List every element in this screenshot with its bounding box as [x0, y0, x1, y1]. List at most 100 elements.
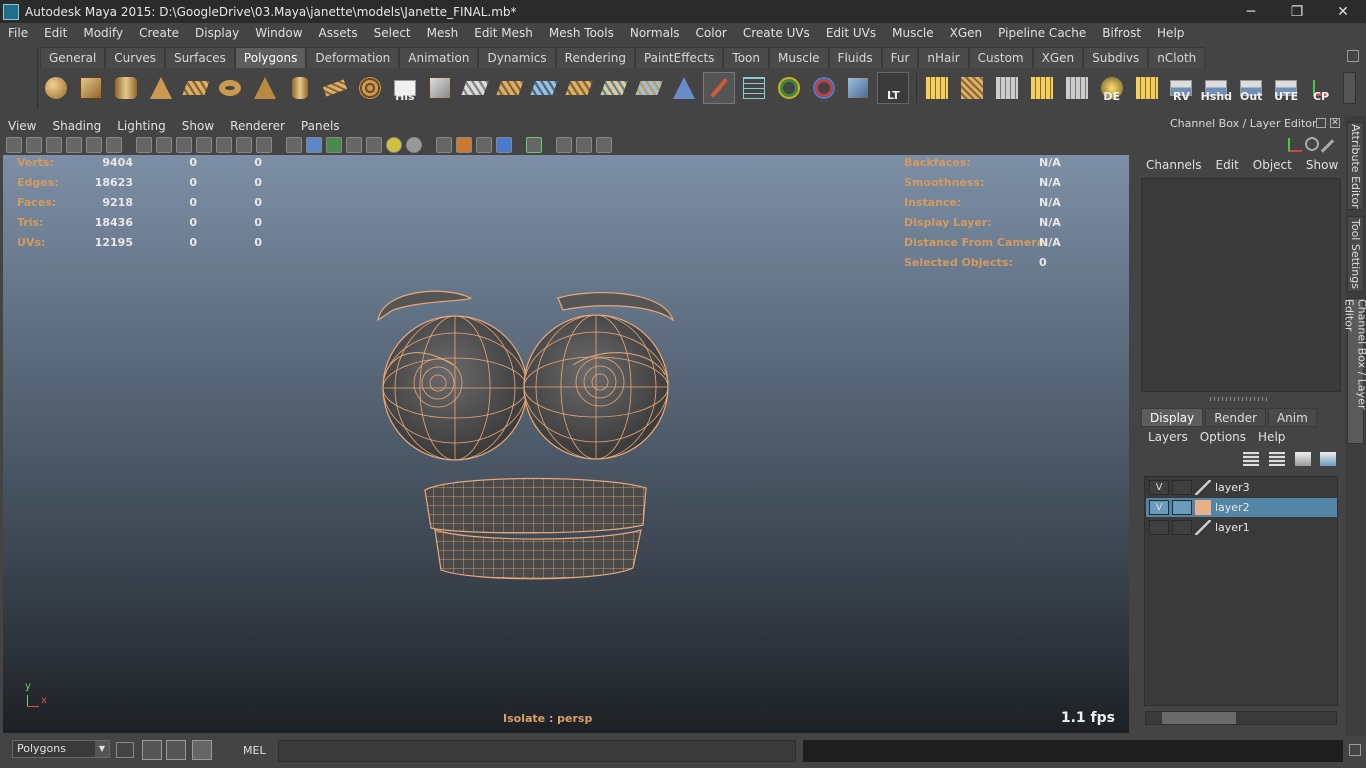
shelf-tab-toon[interactable]: Toon [723, 47, 770, 68]
layer-visibility-toggle[interactable]: V [1149, 500, 1169, 515]
float-panel-icon[interactable] [1316, 118, 1326, 128]
poly-cone-icon[interactable] [145, 72, 177, 104]
select-camera-icon[interactable] [6, 137, 22, 153]
append-polygon-icon[interactable] [319, 72, 351, 104]
uv-display-icon[interactable] [236, 137, 252, 153]
vp-menu-renderer[interactable]: Renderer [222, 119, 293, 133]
outliner-toggle-icon[interactable] [166, 740, 186, 760]
uv-layout-icon[interactable] [921, 72, 953, 104]
shelf-tab-muscle[interactable]: Muscle [769, 47, 829, 68]
vp-menu-view[interactable]: View [0, 119, 44, 133]
menu-file[interactable]: File [0, 26, 36, 40]
poly-cube-icon[interactable] [75, 72, 107, 104]
split-icon[interactable] [528, 72, 560, 104]
anti-aliasing-icon[interactable] [496, 137, 512, 153]
menu-edit[interactable]: Edit [36, 26, 75, 40]
center-pivot-icon[interactable]: CP [1305, 72, 1337, 104]
wireframe-cage-icon[interactable] [738, 72, 770, 104]
shelf-tab-ncloth[interactable]: nCloth [1148, 47, 1206, 68]
uv-texture-editor-icon[interactable]: UTE [1270, 72, 1302, 104]
layer-tab-render[interactable]: Render [1205, 408, 1266, 427]
minimize-button[interactable]: ─ [1228, 0, 1274, 23]
layer-display-type-toggle[interactable] [1172, 480, 1192, 495]
cb-menu-channels[interactable]: Channels [1146, 158, 1202, 172]
insert-edge-loop-icon[interactable] [563, 72, 595, 104]
shelf-tab-general[interactable]: General [40, 47, 106, 68]
menu-help[interactable]: Help [1149, 26, 1192, 40]
shelf-tab-deformation[interactable]: Deformation [306, 47, 400, 68]
textured-icon[interactable] [346, 137, 362, 153]
menu-create-uvs[interactable]: Create UVs [735, 26, 818, 40]
vp-menu-lighting[interactable]: Lighting [109, 119, 174, 133]
layer-tab-anim[interactable]: Anim [1267, 408, 1317, 427]
layer-display-type-toggle[interactable] [1172, 500, 1192, 515]
close-button[interactable]: ✕ [1320, 0, 1366, 23]
poly-cylinder-icon[interactable] [110, 72, 142, 104]
vp-menu-panels[interactable]: Panels [293, 119, 348, 133]
render-view-icon[interactable]: RV [1166, 72, 1198, 104]
smooth-shade-icon[interactable] [176, 137, 192, 153]
uv-select-icon[interactable] [991, 72, 1023, 104]
layer-row-layer1[interactable]: layer1 [1146, 518, 1337, 537]
cb-menu-object[interactable]: Object [1253, 158, 1292, 172]
vp-menu-show[interactable]: Show [174, 119, 222, 133]
cb-menu-show[interactable]: Show [1306, 158, 1338, 172]
viewport-persp[interactable]: Verts: 9404 0 0 Edges: 18623 0 0 Faces: … [3, 155, 1129, 733]
vp-menu-shading[interactable]: Shading [44, 119, 109, 133]
wire-on-shaded-icon[interactable] [286, 137, 302, 153]
menu-pipeline-cache[interactable]: Pipeline Cache [990, 26, 1094, 40]
layer-color-swatch[interactable] [1195, 520, 1211, 535]
isolate-select-icon[interactable] [526, 137, 542, 153]
image-plane-icon[interactable] [66, 137, 82, 153]
poly-torus-icon[interactable] [214, 72, 246, 104]
layer-visibility-toggle[interactable]: V [1149, 480, 1169, 495]
universal-manip-icon[interactable] [808, 72, 840, 104]
side-tab-tool-settings[interactable]: Tool Settings [1347, 216, 1364, 292]
flat-shade-icon[interactable] [196, 137, 212, 153]
layer-tab-display[interactable]: Display [1141, 408, 1204, 427]
menu-set-dropdown[interactable]: Polygons ▼ [12, 740, 110, 758]
history-icon[interactable]: His [389, 72, 421, 104]
menu-assets[interactable]: Assets [311, 26, 366, 40]
delete-edge-icon[interactable]: DE [1096, 72, 1128, 104]
menu-muscle[interactable]: Muscle [884, 26, 942, 40]
menu-mesh-tools[interactable]: Mesh Tools [541, 26, 622, 40]
uv-cut-icon[interactable] [1061, 72, 1093, 104]
menu-mesh[interactable]: Mesh [419, 26, 467, 40]
shelf-tab-painteffects[interactable]: PaintEffects [634, 47, 724, 68]
shelf-tab-fluids[interactable]: Fluids [828, 47, 882, 68]
layer-color-swatch[interactable] [1195, 500, 1211, 515]
le-menu-options[interactable]: Options [1200, 430, 1246, 444]
shelf-tab-custom[interactable]: Custom [968, 47, 1033, 68]
move-layer-down-icon[interactable] [1269, 452, 1285, 466]
cb-menu-edit[interactable]: Edit [1216, 158, 1239, 172]
shelf-tab-subdivs[interactable]: Subdivs [1083, 47, 1149, 68]
shelf-tab-polygons[interactable]: Polygons [234, 47, 307, 68]
combine-icon[interactable] [354, 72, 386, 104]
new-empty-layer-icon[interactable] [1295, 452, 1311, 466]
shelf-options-handle[interactable] [10, 47, 38, 109]
shelf-tab-nhair[interactable]: nHair [918, 47, 969, 68]
shelf-tab-fur[interactable]: Fur [881, 47, 919, 68]
menu-edit-mesh[interactable]: Edit Mesh [466, 26, 541, 40]
uv-unfold-icon[interactable] [956, 72, 988, 104]
menu-normals[interactable]: Normals [622, 26, 688, 40]
snap-icon[interactable] [116, 742, 134, 758]
layer-color-swatch[interactable] [1195, 480, 1211, 495]
shelf-tab-animation[interactable]: Animation [399, 47, 479, 68]
poly-plane-icon[interactable] [180, 72, 212, 104]
outliner-icon[interactable]: Out [1235, 72, 1267, 104]
menu-color[interactable]: Color [688, 26, 735, 40]
layer-visibility-toggle[interactable] [1149, 520, 1169, 535]
le-menu-help[interactable]: Help [1258, 430, 1285, 444]
menu-edit-uvs[interactable]: Edit UVs [818, 26, 884, 40]
checker-icon[interactable] [366, 137, 382, 153]
menu-modify[interactable]: Modify [75, 26, 131, 40]
resolution-gate-icon[interactable] [596, 137, 612, 153]
restore-button[interactable]: ❐ [1274, 0, 1320, 23]
default-light-icon[interactable] [406, 137, 422, 153]
uv-move-icon[interactable] [1026, 72, 1058, 104]
le-menu-layers[interactable]: Layers [1148, 430, 1188, 444]
character-model[interactable] [363, 280, 693, 580]
bridge-icon[interactable] [459, 72, 491, 104]
